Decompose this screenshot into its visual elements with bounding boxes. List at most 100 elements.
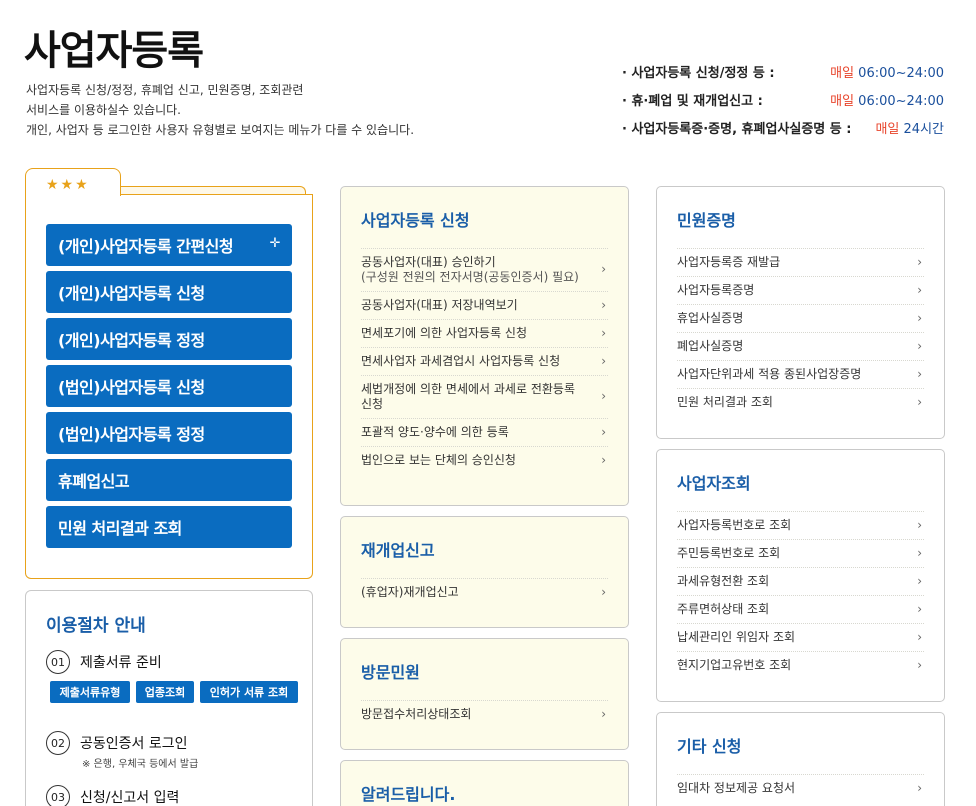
description-line: 사업자등록 신청/정정, 휴폐업 신고, 민원증명, 조회관련: [26, 83, 304, 97]
plus-icon: ✛: [269, 236, 281, 251]
page-title: 사업자등록: [24, 28, 204, 74]
service-hours-day: 매일: [830, 94, 855, 109]
step-note: ※ 은행, 우체국 등에서 발급: [82, 759, 199, 770]
civil-result-lookup-button[interactable]: 민원 처리결과 조회: [46, 506, 292, 548]
procedure-step: 02 공동인증서 로그인: [46, 731, 188, 755]
chevron-right-icon: ›: [917, 601, 922, 616]
industry-lookup-chip[interactable]: 업종조회: [136, 681, 194, 703]
list-item[interactable]: 과세유형전환 조회 ›: [677, 567, 924, 595]
panel-tab-strip: [120, 186, 306, 194]
service-hours-day: 매일: [830, 66, 855, 81]
card-title: 재개업신고: [361, 541, 435, 560]
list-item[interactable]: 주류면허상태 조회 ›: [677, 595, 924, 623]
card-title: 알려드립니다.: [361, 785, 456, 804]
list-item[interactable]: 면세사업자 과세겸업시 사업자등록 신청 ›: [361, 347, 608, 375]
service-hours: · 사업자등록 신청/정정 등 : 매일 06:00~24:00 · 휴·폐업 …: [622, 62, 944, 146]
service-hours-label: · 사업자등록증·증명, 휴폐업사실증명 등 :: [622, 122, 852, 137]
step-label: 신청/신고서 입력: [80, 790, 180, 806]
service-hours-label: · 사업자등록 신청/정정 등 :: [622, 66, 775, 81]
card-title: 기타 신청: [677, 737, 742, 756]
reopen-card: 재개업신고 (휴업자)재개업신고 ›: [340, 516, 629, 628]
chevron-right-icon: ›: [917, 338, 922, 353]
chevron-right-icon: ›: [917, 282, 922, 297]
list-item[interactable]: 현지기업고유번호 조회 ›: [677, 651, 924, 679]
document-type-chip[interactable]: 제출서류유형: [50, 681, 130, 703]
corporate-registration-button[interactable]: (법인)사업자등록 신청: [46, 365, 292, 407]
simple-individual-registration-button[interactable]: (개인)사업자등록 간편신청 ✛: [46, 224, 292, 266]
service-hours-row: · 사업자등록증·증명, 휴폐업사실증명 등 : 매일 24시간: [622, 118, 944, 146]
chevron-right-icon: ›: [601, 297, 606, 312]
chevron-right-icon: ›: [601, 452, 606, 467]
chevron-right-icon: ›: [917, 517, 922, 532]
list-item[interactable]: 법인으로 보는 단체의 승인신청 ›: [361, 446, 608, 474]
chevron-right-icon: ›: [917, 780, 922, 795]
list-item[interactable]: 주민등록번호로 조회 ›: [677, 539, 924, 567]
chevron-right-icon: ›: [917, 366, 922, 381]
chevron-right-icon: ›: [917, 657, 922, 672]
registration-card: 사업자등록 신청 공동사업자(대표) 승인하기 (구성원 전원의 전자서명(공동인…: [340, 186, 629, 506]
permit-document-chip[interactable]: 인허가 서류 조회: [200, 681, 298, 703]
step-number: 02: [46, 731, 70, 755]
description-line: 개인, 사업자 등 로그인한 사용자 유형별로 보여지는 메뉴가 다를 수 있습…: [26, 123, 415, 137]
star-icon: ★★★: [46, 177, 90, 193]
notice-card: 알려드립니다.: [340, 760, 629, 806]
chevron-right-icon: ›: [601, 424, 606, 439]
step-label: 공동인증서 로그인: [80, 736, 188, 752]
chevron-right-icon: ›: [917, 394, 922, 409]
list-item[interactable]: 포괄적 양도·양수에 의한 등록 ›: [361, 418, 608, 446]
list-item[interactable]: 사업자등록증 재발급 ›: [677, 248, 924, 276]
individual-correction-button[interactable]: (개인)사업자등록 정정: [46, 318, 292, 360]
service-hours-row: · 사업자등록 신청/정정 등 : 매일 06:00~24:00: [622, 62, 944, 90]
individual-registration-button[interactable]: (개인)사업자등록 신청: [46, 271, 292, 313]
service-hours-time: 06:00~24:00: [858, 66, 944, 81]
certificate-list: 사업자등록증 재발급 › 사업자등록증명 › 휴업사실증명 › 폐업사실증명 › 사업자…: [677, 248, 924, 416]
list-item[interactable]: 공동사업자(대표) 저장내역보기 ›: [361, 291, 608, 319]
card-title: 사업자조회: [677, 474, 751, 493]
list-item[interactable]: 면세포기에 의한 사업자등록 신청 ›: [361, 319, 608, 347]
chevron-right-icon: ›: [917, 545, 922, 560]
chevron-right-icon: ›: [601, 262, 606, 276]
procedure-step: 01 제출서류 준비: [46, 650, 162, 674]
page-description: 사업자등록 신청/정정, 휴폐업 신고, 민원증명, 조회관련 서비스를 이용하…: [26, 80, 414, 140]
list-item[interactable]: 사업자단위과세 적용 종된사업장증명 ›: [677, 360, 924, 388]
list-item[interactable]: 휴업사실증명 ›: [677, 304, 924, 332]
chevron-right-icon: ›: [601, 584, 606, 599]
procedure-title: 이용절차 안내: [46, 616, 146, 636]
procedure-step: 03 신청/신고서 입력: [46, 785, 179, 806]
list-item[interactable]: 사업자등록번호로 조회 ›: [677, 511, 924, 539]
list-item[interactable]: 임대차 정보제공 요청서 ›: [677, 774, 924, 802]
closure-report-button[interactable]: 휴폐업신고: [46, 459, 292, 501]
service-hours-label: · 휴·폐업 및 재개업신고 :: [622, 94, 763, 109]
list-item[interactable]: 방문접수처리상태조회 ›: [361, 700, 608, 728]
description-line: 서비스를 이용하실수 있습니다.: [26, 103, 181, 117]
step-number: 01: [46, 650, 70, 674]
list-item[interactable]: 사업자등록증명 ›: [677, 276, 924, 304]
list-item[interactable]: 민원 처리결과 조회 ›: [677, 388, 924, 416]
card-title: 민원증명: [677, 211, 736, 230]
procedure-guide: 이용절차 안내 01 제출서류 준비 제출서류유형 업종조회 인허가 서류 조회…: [25, 590, 313, 806]
etc-list: 임대차 정보제공 요청서 ›: [677, 774, 924, 802]
reopen-list: (휴업자)재개업신고 ›: [361, 578, 608, 606]
chevron-right-icon: ›: [601, 353, 606, 368]
visit-list: 방문접수처리상태조회 ›: [361, 700, 608, 728]
list-item[interactable]: 납세관리인 위임자 조회 ›: [677, 623, 924, 651]
step-number: 03: [46, 785, 70, 806]
favorites-tab: ★★★: [25, 168, 121, 196]
lookup-list: 사업자등록번호로 조회 › 주민등록번호로 조회 › 과세유형전환 조회 › 주류면허…: [677, 511, 924, 679]
corporate-correction-button[interactable]: (법인)사업자등록 정정: [46, 412, 292, 454]
list-item[interactable]: 세법개정에 의한 면세에서 과세로 전환등록 신청 ›: [361, 375, 608, 418]
chevron-right-icon: ›: [917, 629, 922, 644]
list-item[interactable]: 공동사업자(대표) 승인하기 (구성원 전원의 전자서명(공동인증서) 필요) ›: [361, 248, 608, 291]
step-label: 제출서류 준비: [80, 655, 162, 671]
button-label: (개인)사업자등록 간편신청: [58, 237, 234, 256]
lookup-card: 사업자조회 사업자등록번호로 조회 › 주민등록번호로 조회 › 과세유형전환 조회…: [656, 449, 945, 702]
chevron-right-icon: ›: [601, 325, 606, 340]
card-title: 사업자등록 신청: [361, 211, 470, 230]
registration-list: 공동사업자(대표) 승인하기 (구성원 전원의 전자서명(공동인증서) 필요) › …: [361, 248, 608, 474]
list-item-note: (구성원 전원의 전자서명(공동인증서) 필요): [361, 270, 579, 284]
list-item[interactable]: 폐업사실증명 ›: [677, 332, 924, 360]
etc-card: 기타 신청 임대차 정보제공 요청서 ›: [656, 712, 945, 806]
list-item[interactable]: (휴업자)재개업신고 ›: [361, 578, 608, 606]
service-hours-time: 24시간: [903, 122, 944, 137]
chevron-right-icon: ›: [917, 254, 922, 269]
